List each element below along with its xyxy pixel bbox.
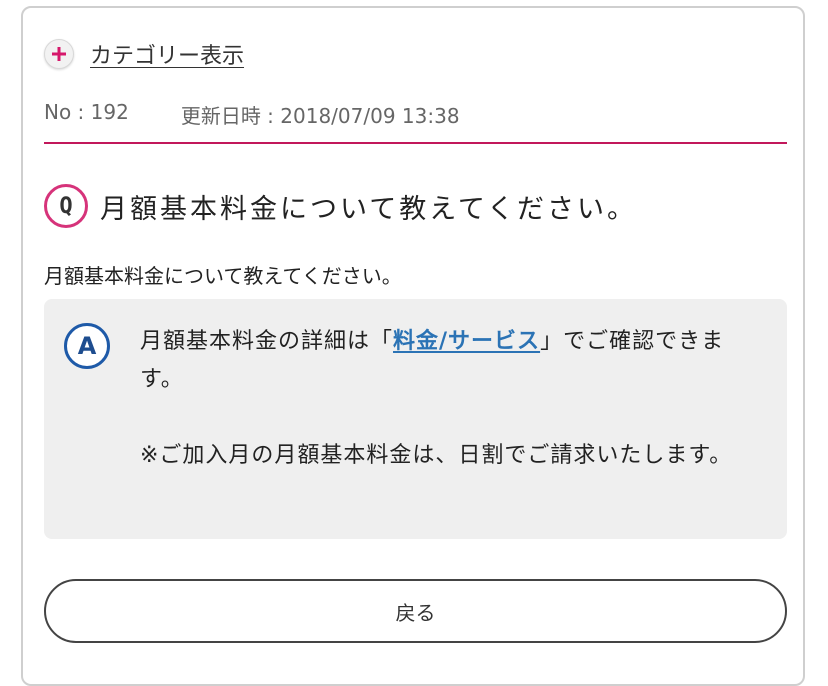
category-link[interactable]: カテゴリー表示 [90,38,244,70]
updated-datetime: 更新日時 : 2018/07/09 13:38 [180,104,460,128]
answer-box: A 月額基本料金の詳細は「料金/サービス」でご確認できます。 ※ご加入月の月額基… [44,299,787,539]
answer-line: 月額基本料金の詳細は「料金/サービス」でご確認できます。 [140,323,760,399]
plus-icon[interactable] [44,39,74,69]
faq-number: No : 192 [44,100,129,124]
question-badge-icon: Q [44,184,88,228]
question-title: 月額基本料金について教えてください。 [100,193,638,225]
question-body: 月額基本料金について教えてください。 [44,264,402,288]
answer-note: ※ご加入月の月額基本料金は、日割でご請求いたします。 [140,443,733,468]
category-toggle[interactable]: カテゴリー表示 [44,38,244,70]
answer-text: 月額基本料金の詳細は「料金/サービス」でご確認できます。 ※ご加入月の月額基本料… [140,323,760,475]
back-button[interactable]: 戻る [44,579,787,643]
faq-card: カテゴリー表示 No : 192 更新日時 : 2018/07/09 13:38… [21,6,805,686]
answer-prefix: 月額基本料金の詳細は「 [140,329,394,354]
faq-meta: No : 192 更新日時 : 2018/07/09 13:38 [44,100,460,129]
divider [44,142,787,144]
question-header: Q 月額基本料金について教えてください。 [44,184,637,228]
pricing-service-link[interactable]: 料金/サービス [393,329,540,354]
answer-badge-icon: A [64,323,110,369]
